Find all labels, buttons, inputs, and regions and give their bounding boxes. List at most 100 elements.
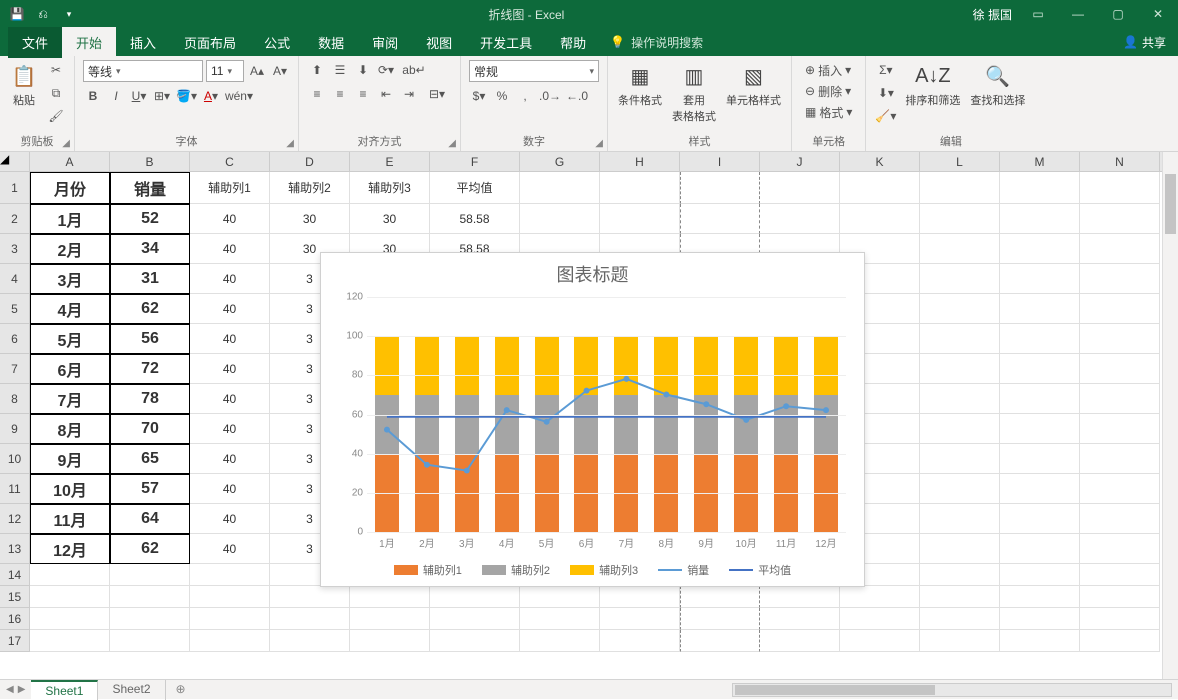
row-header[interactable]: 17 [0, 630, 30, 652]
row-header[interactable]: 6 [0, 324, 30, 354]
conditional-format-button[interactable]: ▦条件格式 [616, 60, 664, 110]
cell[interactable]: 5月 [30, 324, 110, 354]
cell[interactable] [920, 354, 1000, 384]
vscroll-thumb[interactable] [1165, 174, 1176, 234]
row-header[interactable]: 16 [0, 608, 30, 630]
cell[interactable] [1080, 414, 1160, 444]
cell[interactable] [430, 630, 520, 652]
align-top-button[interactable]: ⬆ [307, 60, 327, 80]
cell[interactable] [110, 608, 190, 630]
format-painter-button[interactable]: 🖌 [46, 106, 66, 126]
cell[interactable] [920, 444, 1000, 474]
cell[interactable]: 78 [110, 384, 190, 414]
cell[interactable] [30, 564, 110, 586]
currency-button[interactable]: $▾ [469, 86, 489, 106]
cell[interactable] [1080, 324, 1160, 354]
sheet-tab-1[interactable]: Sheet1 [31, 680, 98, 700]
column-header[interactable]: M [1000, 152, 1080, 171]
cell[interactable] [920, 324, 1000, 354]
insert-cells-button[interactable]: ⊕ 插入 ▾ [800, 60, 856, 80]
cell[interactable]: 10月 [30, 474, 110, 504]
row-header[interactable]: 11 [0, 474, 30, 504]
tab-formula[interactable]: 公式 [250, 27, 304, 58]
cell[interactable] [1000, 204, 1080, 234]
cell[interactable]: 30 [350, 204, 430, 234]
cell[interactable] [840, 172, 920, 204]
orientation-button[interactable]: ⟳▾ [376, 60, 396, 80]
table-format-button[interactable]: ▥套用 表格格式 [670, 60, 718, 126]
column-header[interactable]: D [270, 152, 350, 171]
merge-button[interactable]: ⊟▾ [422, 84, 452, 104]
tab-home[interactable]: 开始 [62, 27, 116, 58]
close-icon[interactable]: ✕ [1138, 0, 1178, 28]
cell[interactable] [920, 204, 1000, 234]
cell[interactable]: 57 [110, 474, 190, 504]
underline-button[interactable]: U▾ [129, 86, 149, 106]
cell[interactable] [110, 586, 190, 608]
sheet-tab-2[interactable]: Sheet2 [98, 680, 165, 700]
cell[interactable] [190, 608, 270, 630]
cell[interactable] [920, 608, 1000, 630]
cell[interactable]: 2月 [30, 234, 110, 264]
cell[interactable] [1080, 234, 1160, 264]
row-header[interactable]: 5 [0, 294, 30, 324]
cell[interactable] [520, 172, 600, 204]
shrink-font-button[interactable]: A▾ [270, 61, 290, 81]
font-name-combo[interactable]: 等线▾ [83, 60, 203, 82]
cell[interactable]: 11月 [30, 504, 110, 534]
undo-icon[interactable]: ⎌ [34, 5, 52, 23]
tab-view[interactable]: 视图 [412, 27, 466, 58]
cell[interactable] [920, 474, 1000, 504]
cell[interactable]: 40 [190, 234, 270, 264]
legend-item[interactable]: 辅助列1 [394, 562, 462, 578]
font-color-button[interactable]: A▾ [201, 86, 221, 106]
row-header[interactable]: 1 [0, 172, 30, 204]
chart-legend[interactable]: 辅助列1辅助列2辅助列3销量平均值 [321, 562, 864, 578]
cell[interactable] [350, 630, 430, 652]
clear-button[interactable]: 🧹▾ [874, 106, 897, 126]
cell[interactable]: 辅助列1 [190, 172, 270, 204]
tab-help[interactable]: 帮助 [546, 27, 600, 58]
cell[interactable] [760, 630, 840, 652]
cell[interactable]: 40 [190, 264, 270, 294]
align-bottom-button[interactable]: ⬇ [353, 60, 373, 80]
cell[interactable] [600, 204, 680, 234]
cell[interactable] [920, 630, 1000, 652]
cell[interactable] [680, 172, 760, 204]
row-header[interactable]: 12 [0, 504, 30, 534]
tab-file[interactable]: 文件 [8, 27, 62, 58]
bold-button[interactable]: B [83, 86, 103, 106]
embedded-chart[interactable]: 图表标题 020406080100120 1月2月3月4月5月6月7月8月9月1… [320, 252, 865, 587]
cell[interactable]: 7月 [30, 384, 110, 414]
cell[interactable]: 40 [190, 384, 270, 414]
chart-plot-area[interactable]: 020406080100120 [367, 297, 846, 532]
cell[interactable] [760, 204, 840, 234]
copy-button[interactable]: ⧉ [46, 83, 66, 103]
cell[interactable] [760, 172, 840, 204]
cell[interactable]: 70 [110, 414, 190, 444]
cell[interactable] [270, 608, 350, 630]
cell[interactable] [920, 234, 1000, 264]
cell[interactable] [680, 586, 760, 608]
column-header[interactable]: I [680, 152, 760, 171]
inc-indent-button[interactable]: ⇥ [399, 84, 419, 104]
cell[interactable] [1000, 172, 1080, 204]
cell[interactable] [1000, 294, 1080, 324]
cell[interactable] [520, 608, 600, 630]
cell[interactable] [1000, 564, 1080, 586]
cell[interactable] [110, 630, 190, 652]
cell[interactable] [270, 586, 350, 608]
minimize-icon[interactable]: — [1058, 0, 1098, 28]
cell[interactable]: 4月 [30, 294, 110, 324]
row-header[interactable]: 9 [0, 414, 30, 444]
align-middle-button[interactable]: ☰ [330, 60, 350, 80]
cell[interactable] [520, 204, 600, 234]
wrap-text-button[interactable]: ab↵ [399, 60, 429, 80]
column-header[interactable]: A [30, 152, 110, 171]
column-header[interactable]: K [840, 152, 920, 171]
cell[interactable] [600, 172, 680, 204]
cell[interactable] [350, 586, 430, 608]
cell[interactable]: 月份 [30, 172, 110, 204]
cell[interactable]: 6月 [30, 354, 110, 384]
cell[interactable] [190, 564, 270, 586]
